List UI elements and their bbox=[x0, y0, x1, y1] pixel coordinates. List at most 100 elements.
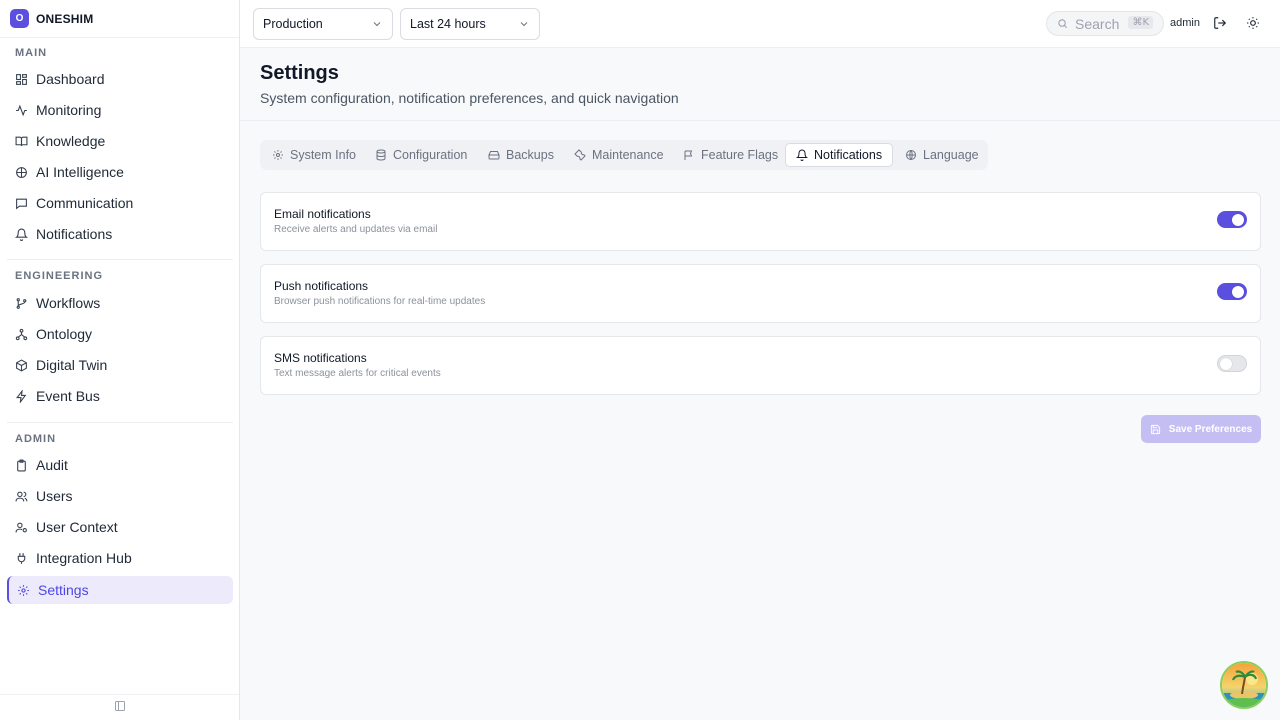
sidebar-item-integration-hub[interactable]: Integration Hub bbox=[7, 544, 233, 572]
assistant-avatar[interactable] bbox=[1220, 661, 1268, 709]
toggle-knob bbox=[1232, 213, 1244, 226]
push-notifications-card: Push notifications Browser push notifica… bbox=[260, 264, 1261, 323]
wrench-icon bbox=[574, 149, 586, 161]
tab-notifications[interactable]: Notifications bbox=[785, 143, 894, 167]
section-label-admin: ADMIN bbox=[15, 433, 57, 445]
sms-notifications-toggle[interactable] bbox=[1217, 355, 1247, 372]
search-icon bbox=[1057, 18, 1068, 29]
push-notifications-toggle[interactable] bbox=[1217, 283, 1247, 300]
flag-icon bbox=[683, 149, 695, 161]
page-subtitle: System configuration, notification prefe… bbox=[260, 90, 679, 106]
section-label-engineering: ENGINEERING bbox=[15, 270, 104, 282]
sidebar-item-event-bus[interactable]: Event Bus bbox=[7, 382, 233, 410]
sidebar-item-label: Communication bbox=[36, 195, 134, 211]
plug-icon bbox=[15, 552, 28, 565]
tab-maintenance[interactable]: Maintenance bbox=[564, 143, 674, 167]
user-name: admin bbox=[1170, 17, 1200, 29]
sidebar-toggle-icon bbox=[114, 699, 126, 717]
card-description: Text message alerts for critical events bbox=[274, 368, 441, 379]
tab-system-info[interactable]: System Info bbox=[262, 143, 366, 167]
environment-value: Production bbox=[263, 17, 323, 31]
collapse-sidebar-button[interactable] bbox=[0, 694, 239, 720]
sidebar-item-label: AI Intelligence bbox=[36, 164, 124, 180]
tab-label: Feature Flags bbox=[701, 148, 779, 162]
sidebar-divider bbox=[7, 422, 233, 423]
email-notifications-card: Email notifications Receive alerts and u… bbox=[260, 192, 1261, 251]
environment-select[interactable]: Production bbox=[253, 8, 393, 40]
search-placeholder: Search bbox=[1075, 15, 1120, 32]
gear-icon bbox=[272, 149, 284, 161]
sidebar-item-digital-twin[interactable]: Digital Twin bbox=[7, 351, 233, 379]
zap-icon bbox=[15, 389, 28, 403]
network-icon bbox=[15, 328, 28, 341]
card-description: Receive alerts and updates via email bbox=[274, 224, 438, 235]
sidebar-item-dashboard[interactable]: Dashboard bbox=[7, 65, 233, 93]
bell-icon bbox=[15, 228, 28, 241]
logout-icon[interactable] bbox=[1213, 16, 1227, 35]
brand-logo: O bbox=[10, 9, 29, 28]
sidebar-item-label: Digital Twin bbox=[36, 357, 108, 373]
tab-label: Backups bbox=[506, 148, 554, 162]
sidebar-item-label: Event Bus bbox=[36, 388, 100, 404]
card-title: Push notifications bbox=[274, 279, 369, 293]
git-branch-icon bbox=[15, 297, 28, 310]
sidebar-item-workflows[interactable]: Workflows bbox=[7, 289, 233, 317]
search-shortcut: ⌘K bbox=[1128, 16, 1153, 29]
topbar: Production Last 24 hours Search ⌘K admin bbox=[240, 0, 1280, 48]
toggle-knob bbox=[1232, 285, 1244, 298]
hard-drive-icon bbox=[488, 149, 500, 161]
chevron-down-icon bbox=[518, 18, 530, 33]
sun-icon[interactable] bbox=[1246, 16, 1260, 35]
database-icon bbox=[375, 149, 387, 161]
search-input[interactable]: Search ⌘K bbox=[1046, 11, 1164, 36]
book-icon bbox=[15, 135, 28, 148]
section-label-main: MAIN bbox=[15, 47, 48, 59]
sidebar-item-label: Settings bbox=[38, 582, 89, 598]
tab-feature-flags[interactable]: Feature Flags bbox=[673, 143, 788, 167]
sidebar-divider bbox=[7, 259, 233, 260]
save-preferences-label: Save Preferences bbox=[1168, 423, 1253, 435]
sidebar-item-communication[interactable]: Communication bbox=[7, 189, 233, 217]
page-title: Settings bbox=[260, 62, 339, 84]
sidebar-item-monitoring[interactable]: Monitoring bbox=[7, 96, 233, 124]
sidebar-item-label: Monitoring bbox=[36, 102, 102, 118]
tab-backups[interactable]: Backups bbox=[478, 143, 564, 167]
sidebar-item-label: Audit bbox=[36, 457, 68, 473]
sidebar-item-notifications[interactable]: Notifications bbox=[7, 220, 233, 248]
tab-configuration[interactable]: Configuration bbox=[365, 143, 477, 167]
brain-icon bbox=[15, 166, 28, 179]
sidebar-item-label: Ontology bbox=[36, 326, 93, 342]
time-range-select[interactable]: Last 24 hours bbox=[400, 8, 540, 40]
box-icon bbox=[15, 358, 28, 372]
sidebar-item-label: Workflows bbox=[36, 295, 101, 311]
sidebar-item-label: Users bbox=[36, 488, 73, 504]
gear-icon bbox=[17, 584, 30, 597]
sidebar-item-ai-intelligence[interactable]: AI Intelligence bbox=[7, 158, 233, 186]
users-icon bbox=[15, 490, 28, 503]
globe-icon bbox=[905, 149, 917, 161]
sidebar-item-label: User Context bbox=[36, 519, 118, 535]
sidebar-item-label: Notifications bbox=[36, 226, 113, 242]
save-preferences-button[interactable]: Save Preferences bbox=[1141, 415, 1261, 443]
tab-label: System Info bbox=[290, 148, 356, 162]
sidebar-item-user-context[interactable]: User Context bbox=[7, 513, 233, 541]
email-notifications-toggle[interactable] bbox=[1217, 211, 1247, 228]
card-title: Email notifications bbox=[274, 207, 371, 221]
island-icon bbox=[1222, 663, 1266, 707]
grid-icon bbox=[15, 73, 28, 86]
sidebar-item-users[interactable]: Users bbox=[7, 482, 233, 510]
page-header: Settings System configuration, notificat… bbox=[240, 48, 1280, 121]
sidebar-item-settings[interactable]: Settings bbox=[7, 576, 233, 604]
tab-label: Maintenance bbox=[592, 148, 664, 162]
message-icon bbox=[15, 197, 28, 210]
sidebar-item-label: Dashboard bbox=[36, 71, 105, 87]
tab-label: Notifications bbox=[814, 148, 883, 162]
sidebar-item-ontology[interactable]: Ontology bbox=[7, 320, 233, 348]
brand[interactable]: O ONESHIM bbox=[0, 0, 239, 38]
sidebar-item-audit[interactable]: Audit bbox=[7, 451, 233, 479]
tab-language[interactable]: Language bbox=[895, 143, 989, 167]
bell-icon bbox=[796, 149, 808, 161]
brand-name: ONESHIM bbox=[36, 11, 94, 26]
sidebar-item-knowledge[interactable]: Knowledge bbox=[7, 127, 233, 155]
sidebar: O ONESHIM MAIN Dashboard Monitoring Know… bbox=[0, 0, 240, 720]
